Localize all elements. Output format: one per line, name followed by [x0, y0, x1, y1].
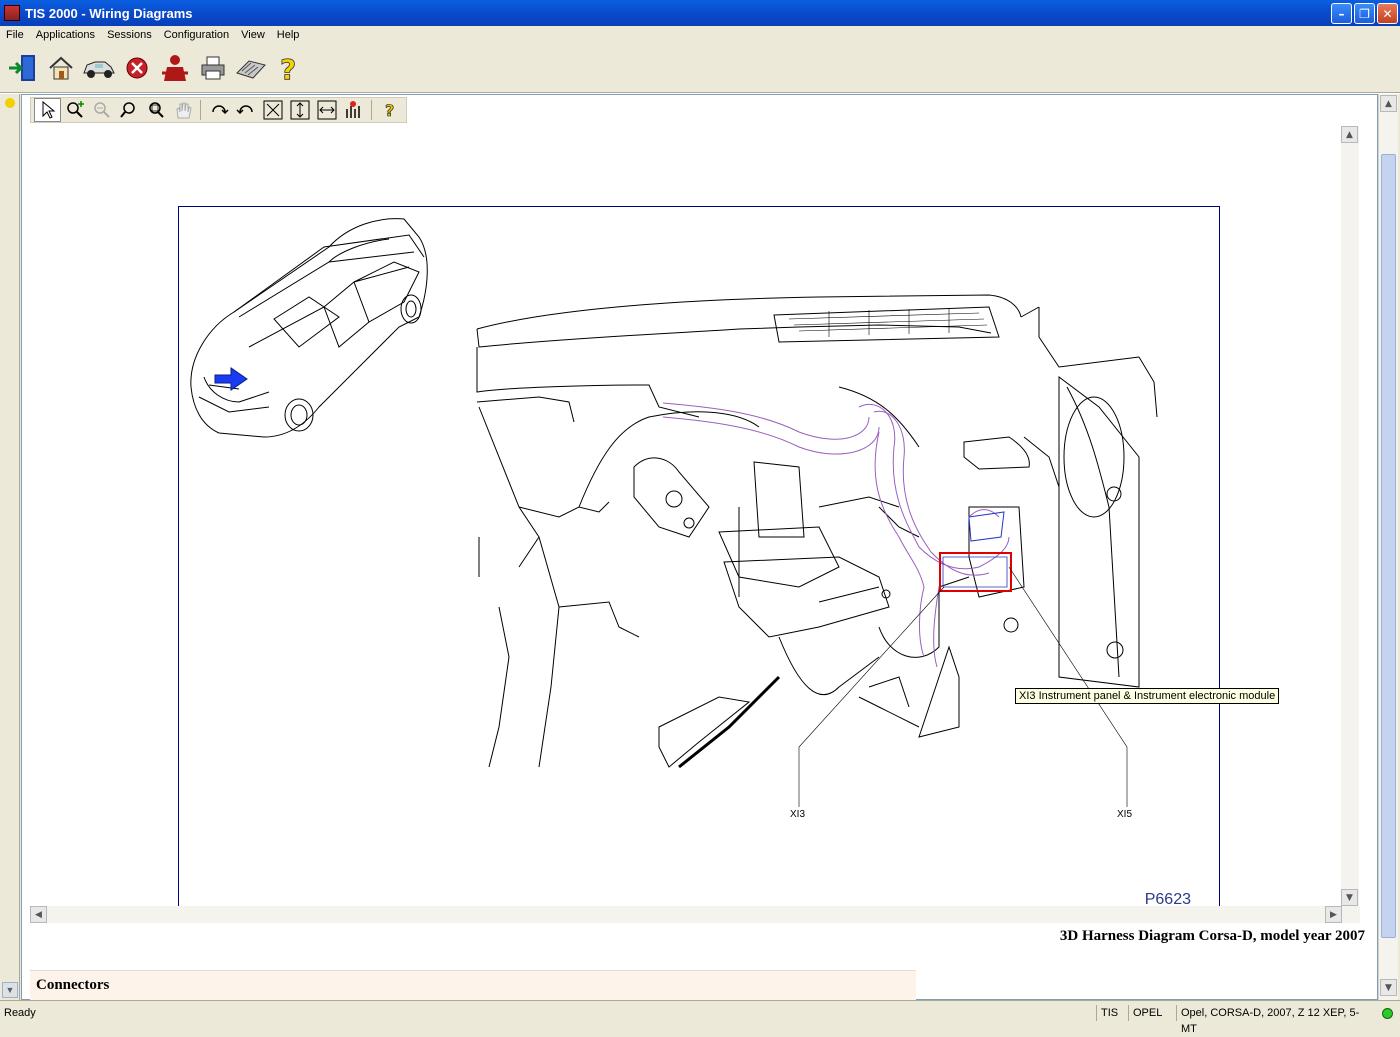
rotate-left-icon[interactable] [232, 98, 259, 122]
fit-width-icon[interactable] [313, 98, 340, 122]
xi3-highlight-box [939, 552, 1012, 592]
main-toolbar: ? [0, 44, 1400, 92]
minimize-button[interactable]: – [1331, 3, 1352, 24]
maximize-button[interactable]: ❐ [1354, 3, 1375, 24]
print-icon[interactable] [194, 48, 232, 88]
zoom-out-icon[interactable] [88, 98, 115, 122]
title-bar: TIS 2000 - Wiring Diagrams – ❐ ✕ [0, 0, 1400, 26]
scroll-down-button[interactable]: ▼ [1341, 889, 1358, 906]
svg-text:?: ? [385, 101, 394, 120]
menu-bar: File Applications Sessions Configuration… [0, 26, 1400, 44]
scroll-thumb[interactable] [1381, 154, 1396, 938]
pane-marker-icon [5, 98, 15, 108]
zoom-window-icon[interactable] [142, 98, 169, 122]
status-indicator-icon [1382, 1008, 1393, 1019]
menu-help[interactable]: Help [271, 29, 306, 41]
status-text: Ready [4, 1007, 36, 1019]
pan-hand-icon[interactable] [169, 98, 196, 122]
window-vertical-scrollbar[interactable]: ▲ ▼ [1378, 94, 1398, 1000]
help-icon[interactable]: ? [376, 98, 403, 122]
app-icon [4, 5, 20, 21]
status-bar: Ready TIS OPEL Opel, CORSA-D, 2007, Z 12… [0, 1000, 1400, 1035]
menu-view[interactable]: View [235, 29, 271, 41]
home-icon[interactable] [42, 48, 80, 88]
window-scroll-down-button[interactable]: ▼ [1380, 979, 1397, 996]
diagram-horizontal-scrollbar[interactable]: ◀ ▶ [30, 906, 1360, 923]
diagram-frame: XI3 XI5 P6623 [178, 206, 1220, 914]
car-thumbnail [190, 218, 428, 438]
diagram-vertical-scrollbar[interactable]: ▲ ▼ [1341, 126, 1359, 906]
fit-all-icon[interactable] [259, 98, 286, 122]
diagram-viewport[interactable]: XI3 XI5 P6623 XI3 Instrument panel & Ins… [30, 125, 1360, 914]
leader-lines [798, 566, 1128, 807]
harness-diagram [190, 218, 1158, 807]
scroll-right-button[interactable]: ▶ [1325, 906, 1342, 923]
close-button[interactable]: ✕ [1377, 3, 1398, 24]
fit-height-icon[interactable] [286, 98, 313, 122]
menu-file[interactable]: File [0, 29, 30, 41]
menu-applications[interactable]: Applications [30, 29, 101, 41]
status-app: TIS [1096, 1005, 1128, 1021]
diagram-window: ? XI3 XI5 P6623 XI3 Instrument panel & I… [21, 94, 1378, 1000]
keyboard-icon[interactable] [232, 48, 270, 88]
status-vehicle: Opel, CORSA-D, 2007, Z 12 XEP, 5-MT [1176, 1005, 1372, 1035]
rotate-right-icon[interactable] [205, 98, 232, 122]
zoom-icon[interactable] [115, 98, 142, 122]
menu-configuration[interactable]: Configuration [158, 29, 235, 41]
diagram-toolbar: ? [30, 97, 407, 123]
layers-icon[interactable] [340, 98, 367, 122]
window-scroll-up-button[interactable]: ▲ [1380, 95, 1397, 112]
diagram-caption: 3D Harness Diagram Corsa-D, model year 2… [1059, 928, 1365, 944]
window-title: TIS 2000 - Wiring Diagrams [25, 5, 193, 21]
status-make: OPEL [1128, 1005, 1176, 1021]
stop-icon[interactable] [118, 48, 156, 88]
toolbar-divider [200, 100, 201, 120]
menu-sessions[interactable]: Sessions [101, 29, 158, 41]
vehicle-icon[interactable] [80, 48, 118, 88]
scroll-left-button[interactable]: ◀ [30, 906, 47, 923]
connectors-heading[interactable]: Connectors [30, 970, 916, 1000]
svg-text:?: ? [280, 53, 296, 84]
left-collapsed-pane: ▼ [0, 94, 20, 1000]
wiring-harness [662, 402, 1010, 668]
select-arrow-icon[interactable] [34, 98, 61, 122]
xi3-label[interactable]: XI3 [790, 809, 805, 820]
help-icon[interactable]: ? [270, 48, 308, 88]
xi5-label[interactable]: XI5 [1117, 809, 1132, 820]
exit-icon[interactable] [4, 48, 42, 88]
toolbar-divider [371, 100, 372, 120]
left-scroll-down-button[interactable]: ▼ [2, 982, 18, 998]
scroll-up-button[interactable]: ▲ [1341, 126, 1358, 143]
zoom-in-icon[interactable] [61, 98, 88, 122]
user-icon[interactable] [156, 48, 194, 88]
connectors-label: Connectors [36, 977, 110, 993]
connector-tooltip: XI3 Instrument panel & Instrument electr… [1015, 688, 1280, 704]
